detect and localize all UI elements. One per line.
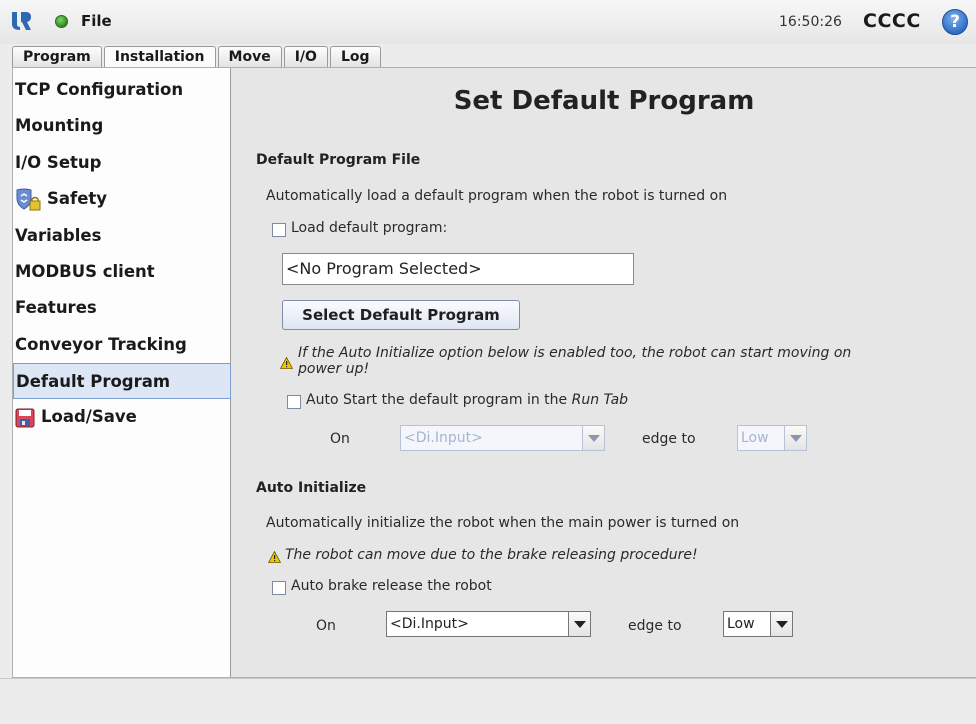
auto-start-input-value: <Di.Input>	[404, 430, 483, 446]
brake-on-label: On	[316, 618, 336, 634]
sidebar-item-tcp-configuration[interactable]: TCP Configuration	[13, 72, 231, 108]
sidebar-item-load-save[interactable]: Load/Save	[13, 399, 231, 435]
page-title: Set Default Program	[453, 86, 755, 116]
sidebar-item-safety[interactable]: Safety	[13, 181, 231, 217]
default-program-panel: Set Default Program Default Program File…	[232, 68, 976, 677]
brake-input-select[interactable]: <Di.Input>	[386, 611, 591, 637]
clock: 16:50:26	[779, 14, 842, 30]
auto-start-edge-select[interactable]: Low	[737, 425, 807, 451]
chevron-down-icon	[784, 426, 806, 450]
sidebar-item-label: Conveyor Tracking	[15, 335, 187, 354]
tab-move[interactable]: Move	[217, 46, 282, 67]
tab-installation[interactable]: Installation	[103, 46, 216, 69]
sidebar-item-label: Mounting	[15, 116, 104, 135]
sidebar-item-default-program[interactable]: Default Program	[13, 363, 231, 399]
select-default-program-button[interactable]: Select Default Program	[282, 300, 520, 330]
sidebar-item-label: MODBUS client	[15, 262, 155, 281]
sidebar-item-variables[interactable]: Variables	[13, 218, 231, 254]
sidebar-item-label: Default Program	[16, 372, 171, 391]
brake-edge-select[interactable]: Low	[723, 611, 793, 637]
brake-input-value: <Di.Input>	[390, 616, 469, 632]
sidebar-item-features[interactable]: Features	[13, 290, 231, 326]
auto-start-input-select[interactable]: <Di.Input>	[400, 425, 605, 451]
load-default-program-label: Load default program:	[291, 220, 448, 236]
auto-start-checkbox[interactable]	[287, 395, 301, 409]
sidebar-item-mounting[interactable]: Mounting	[13, 108, 231, 144]
sidebar-item-label: Load/Save	[41, 407, 137, 426]
sidebar-item-label: Safety	[47, 189, 108, 208]
brake-edge-value: Low	[727, 616, 755, 632]
sidebar-item-label: Variables	[15, 226, 102, 245]
chevron-down-icon	[770, 612, 792, 636]
auto-start-edge-value: Low	[741, 430, 769, 446]
ur-logo-icon	[12, 12, 31, 30]
warning-icon	[268, 551, 281, 563]
footer-bar	[0, 678, 976, 724]
chevron-down-icon	[568, 612, 590, 636]
auto-start-label: Auto Start the default program in the Ru…	[306, 392, 628, 408]
auto-initialize-description: Automatically initialize the robot when …	[266, 515, 740, 531]
auto-start-label-prefix: Auto Start the default program in the	[306, 392, 572, 408]
help-icon[interactable]: ?	[942, 9, 968, 35]
robot-name: CCCC	[863, 10, 921, 32]
auto-brake-release-checkbox[interactable]	[272, 581, 286, 595]
brake-warning: The robot can move due to the brake rele…	[285, 547, 698, 563]
auto-initialize-heading: Auto Initialize	[256, 480, 367, 496]
sidebar-item-modbus-client[interactable]: MODBUS client	[13, 254, 231, 290]
auto-brake-release-label: Auto brake release the robot	[291, 578, 492, 594]
sidebar-item-label: I/O Setup	[15, 153, 102, 172]
auto-start-label-tab: Run Tab	[571, 392, 629, 408]
main-tabs: Program Installation Move I/O Log	[12, 46, 383, 69]
sidebar-item-conveyor-tracking[interactable]: Conveyor Tracking	[13, 327, 231, 363]
robot-status-icon[interactable]	[55, 15, 68, 28]
auto-start-warning-line2: power up!	[298, 361, 370, 377]
file-menu[interactable]: File	[81, 12, 112, 30]
installation-sidebar: TCP Configuration Mounting I/O Setup Saf…	[13, 68, 231, 677]
default-program-description: Automatically load a default program whe…	[266, 188, 728, 204]
auto-start-warning-line1: If the Auto Initialize option below is e…	[298, 345, 852, 361]
tab-io[interactable]: I/O	[283, 46, 328, 67]
default-program-file-heading: Default Program File	[256, 152, 421, 168]
top-bar: File 16:50:26 CCCC ?	[0, 0, 976, 44]
load-default-program-checkbox[interactable]	[272, 223, 286, 237]
sidebar-item-label: TCP Configuration	[15, 80, 184, 99]
warning-icon	[280, 357, 293, 369]
floppy-disk-icon	[15, 408, 35, 427]
tab-log[interactable]: Log	[329, 46, 381, 67]
shield-lock-icon	[16, 188, 41, 210]
brake-edge-label: edge to	[628, 618, 682, 634]
sidebar-item-label: Features	[15, 298, 97, 317]
default-program-field: <No Program Selected>	[282, 253, 634, 285]
tab-program[interactable]: Program	[12, 46, 102, 67]
auto-start-on-label: On	[330, 431, 350, 447]
auto-start-edge-label: edge to	[642, 431, 696, 447]
chevron-down-icon	[582, 426, 604, 450]
sidebar-item-io-setup[interactable]: I/O Setup	[13, 145, 231, 181]
